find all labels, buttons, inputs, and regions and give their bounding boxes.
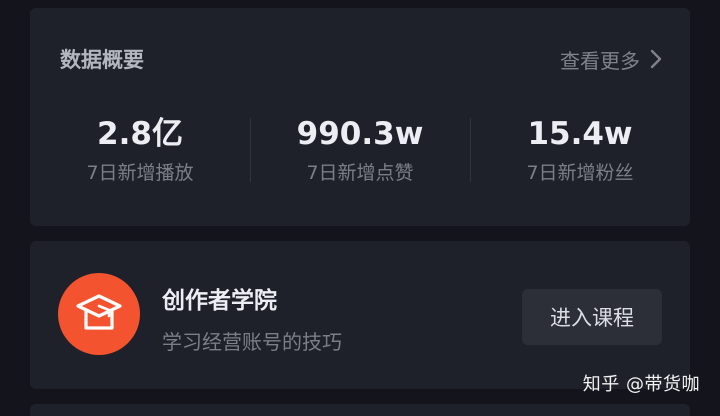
stat-likes[interactable]: 990.3w 7日新增点赞 [250,108,470,198]
watermark: 知乎 @带货咖 [582,374,700,395]
stat-plays[interactable]: 2.8亿 7日新增播放 [30,108,250,198]
stat-likes-value: 990.3w [296,116,424,152]
next-card-partial [30,404,690,416]
academy-subtitle: 学习经营账号的技巧 [162,330,342,354]
academy-icon-badge [58,273,140,355]
stat-likes-label: 7日新增点赞 [306,162,414,184]
chevron-right-icon [650,49,662,69]
data-overview-card: 数据概要 查看更多 2.8亿 7日新增播放 990.3w 7日新增点赞 15.4… [30,8,690,226]
overview-title: 数据概要 [60,48,144,72]
stat-plays-value: 2.8亿 [97,116,183,152]
view-more-label: 查看更多 [560,48,640,73]
stat-plays-label: 7日新增播放 [86,162,194,184]
enter-course-button[interactable]: 进入课程 [522,289,662,345]
page: 数据概要 查看更多 2.8亿 7日新增播放 990.3w 7日新增点赞 15.4… [0,0,720,416]
overview-header: 数据概要 查看更多 [60,44,662,74]
stat-followers-value: 15.4w [527,116,633,152]
stat-followers[interactable]: 15.4w 7日新增粉丝 [470,108,690,198]
creator-academy-card[interactable]: 创作者学院 学习经营账号的技巧 进入课程 [30,241,690,389]
academy-title: 创作者学院 [162,288,277,314]
graduation-cap-icon [76,294,122,330]
view-more-link[interactable]: 查看更多 [560,45,662,74]
stats-row: 2.8亿 7日新增播放 990.3w 7日新增点赞 15.4w 7日新增粉丝 [30,108,690,198]
stat-followers-label: 7日新增粉丝 [526,162,634,184]
